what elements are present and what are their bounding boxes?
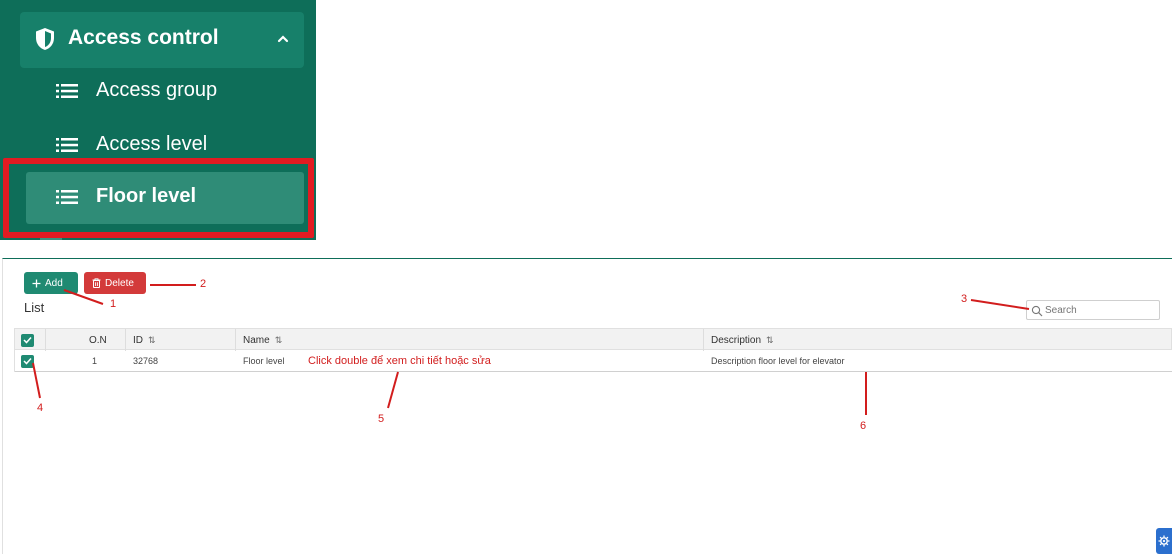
settings-button[interactable] — [1156, 528, 1172, 554]
cell-on: 1 — [92, 356, 98, 366]
header-id-label: ID — [133, 334, 143, 346]
sidebar-item-label: Access group — [96, 79, 218, 101]
annotation-5: 5 — [378, 413, 385, 425]
list-icon — [56, 138, 78, 152]
double-click-note: Click double để xem chi tiết hoặc sửa — [308, 355, 491, 367]
row-checkbox[interactable] — [21, 354, 34, 368]
trash-icon — [92, 278, 101, 288]
annotation-3: 3 — [961, 293, 968, 305]
header-name[interactable]: Name ⇅ — [243, 329, 282, 351]
sidebar-item-label: Access level — [96, 133, 208, 155]
column-divider — [45, 329, 46, 351]
delete-button-label: Delete — [105, 277, 134, 289]
header-on: O.N — [89, 334, 107, 346]
main-panel — [2, 258, 1172, 554]
header-id[interactable]: ID ⇅ — [133, 329, 156, 351]
table-header: O.N ID ⇅ Name ⇅ Description ⇅ — [14, 328, 1172, 351]
list-title: List — [24, 300, 45, 315]
cell-description: Description floor level for elevator — [711, 356, 845, 366]
menu-header-label: Access control — [68, 26, 219, 49]
annotation-6: 6 — [860, 420, 867, 432]
sidebar-next-item-edge — [40, 238, 62, 240]
column-divider — [235, 329, 236, 351]
column-divider — [703, 329, 704, 351]
add-button[interactable]: Add — [24, 272, 78, 294]
cell-id: 32768 — [133, 356, 159, 366]
shield-icon — [36, 28, 54, 50]
sort-icon[interactable]: ⇅ — [275, 335, 283, 346]
sort-icon[interactable]: ⇅ — [766, 335, 774, 346]
row-select-cell — [21, 350, 34, 372]
delete-button[interactable]: Delete — [84, 272, 146, 294]
check-icon — [23, 357, 32, 365]
search-icon — [1031, 305, 1043, 317]
header-description-label: Description — [711, 334, 762, 346]
sort-icon[interactable]: ⇅ — [148, 335, 156, 346]
header-description[interactable]: Description ⇅ — [711, 329, 774, 351]
column-divider — [125, 329, 126, 351]
check-icon — [23, 336, 32, 344]
search-box[interactable] — [1026, 300, 1160, 320]
annotation-1: 1 — [110, 298, 117, 310]
table-row[interactable]: 1 32768 Floor level Description floor le… — [14, 350, 1172, 372]
annotation-2: 2 — [200, 278, 207, 290]
select-all-checkbox[interactable] — [21, 333, 34, 347]
select-all-cell — [21, 329, 34, 351]
search-input[interactable] — [1045, 303, 1155, 317]
highlight-frame — [3, 158, 314, 238]
sidebar-item-access-group[interactable]: Access group — [26, 66, 304, 118]
add-button-label: Add — [45, 277, 63, 289]
header-name-label: Name — [243, 334, 270, 346]
list-icon — [56, 84, 78, 98]
floor-level-table: O.N ID ⇅ Name ⇅ Description ⇅ 1 32768 Fl… — [14, 328, 1172, 372]
chevron-up-icon[interactable] — [276, 32, 290, 46]
gear-icon — [1158, 535, 1170, 547]
plus-icon — [32, 279, 41, 287]
sidebar-crop: Access control Access group Access level… — [0, 0, 316, 240]
access-control-menu[interactable]: Access control — [20, 12, 304, 68]
annotation-4: 4 — [37, 402, 44, 414]
cell-name: Floor level — [243, 356, 285, 366]
